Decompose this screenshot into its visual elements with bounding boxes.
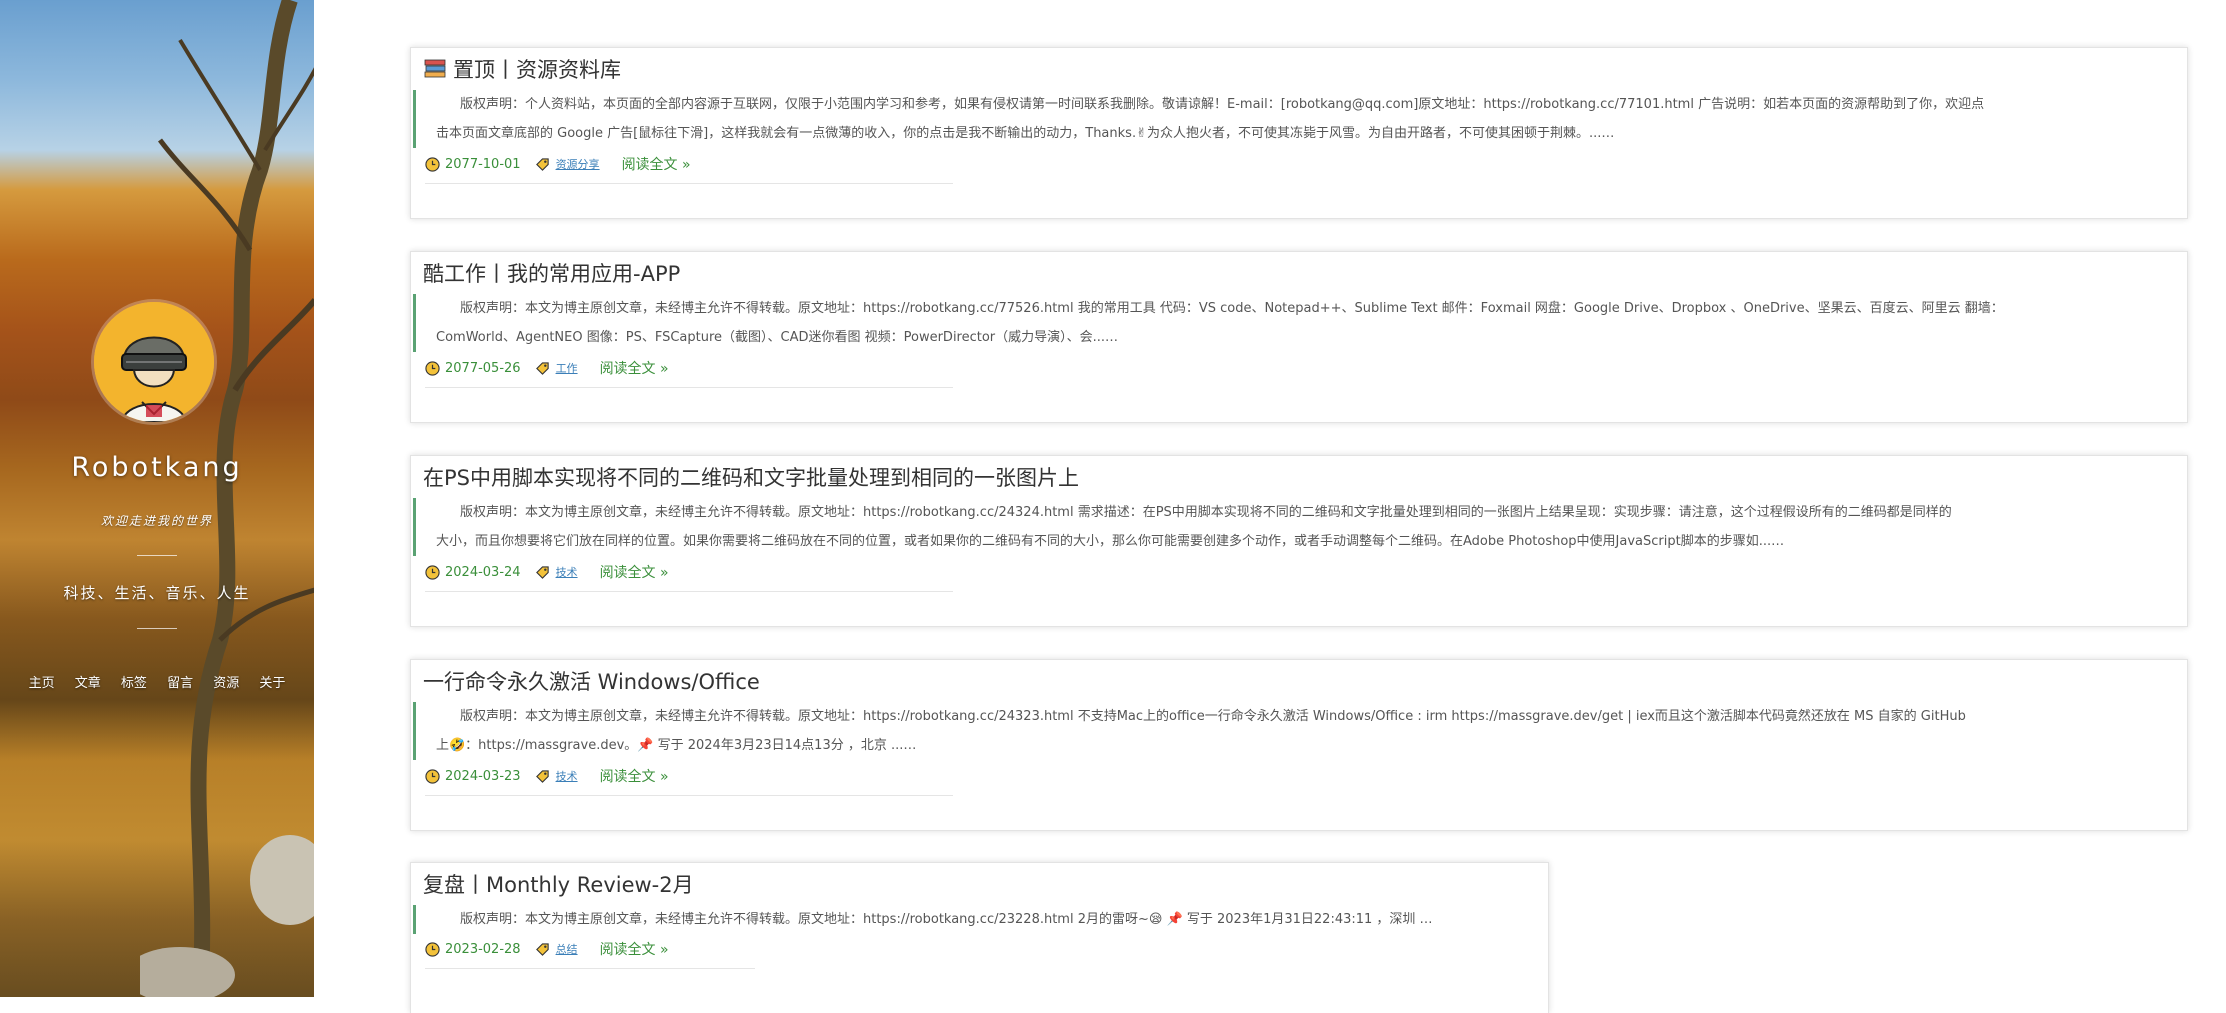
excerpt-line: 版权声明：本文为博主原创文章，未经博主允许不得转载。原文地址：https://r… [460, 505, 1952, 520]
post-card: 在PS中用脚本实现将不同的二维码和文字批量处理到相同的一张图片上 版权声明：本文… [410, 455, 2188, 627]
excerpt-line: 版权声明：本文为博主原创文章，未经博主允许不得转载。原文地址：https://r… [460, 912, 1433, 927]
nav-about[interactable]: 关于 [259, 676, 285, 691]
clock-icon [425, 768, 440, 784]
tag-icon [535, 769, 549, 783]
main-nav: 主页 文章 标签 留言 资源 关于 [0, 672, 314, 691]
post-title[interactable]: 酷工作丨我的常用应用-APP [423, 258, 680, 288]
avatar-character-icon [94, 302, 214, 422]
meta-divider [425, 795, 953, 796]
site-title[interactable]: Robotkang [0, 452, 314, 483]
tree-background-image [140, 0, 314, 997]
post-tag[interactable]: 技术 [556, 564, 578, 580]
divider [137, 555, 177, 556]
excerpt-line: 版权声明：本文为博主原创文章，未经博主允许不得转载。原文地址：https://r… [460, 301, 2004, 316]
post-card: 置顶丨资源资料库 版权声明：个人资料站，本页面的全部内容源于互联网，仅限于小范围… [410, 47, 2188, 219]
site-subtitle: 欢迎走进我的世界 [100, 514, 213, 528]
meta-divider [425, 968, 755, 969]
post-tag[interactable]: 工作 [556, 360, 578, 376]
post-meta: 2024-03-23 技术 阅读全文 » [425, 766, 669, 786]
sidebar: Robotkang 欢迎走进我的世界 科技、生活、音乐、人生 主页 文章 标签 … [0, 0, 314, 997]
meta-divider [425, 183, 953, 184]
nav-tags[interactable]: 标签 [121, 676, 147, 691]
excerpt-line: 上🤣：https://massgrave.dev。📌 写于 2024年3月23日… [436, 738, 917, 753]
post-date: 2024-03-23 [445, 768, 521, 784]
tag-icon [535, 942, 549, 956]
clock-icon [425, 941, 440, 957]
nav-home[interactable]: 主页 [29, 676, 55, 691]
post-title[interactable]: 一行命令永久激活 Windows/Office [423, 666, 760, 696]
excerpt-line: 击本页面文章底部的 Google 广告[鼠标往下滑]，这样我就会有一点微薄的收入… [436, 126, 1615, 141]
post-card: 酷工作丨我的常用应用-APP 版权声明：本文为博主原创文章，未经博主允许不得转载… [410, 251, 2188, 423]
read-more-link[interactable]: 阅读全文 » [622, 154, 691, 174]
post-date: 2024-03-24 [445, 564, 521, 580]
post-title[interactable]: 复盘丨Monthly Review-2月 [423, 869, 694, 899]
post-excerpt: 版权声明：本文为博主原创文章，未经博主允许不得转载。原文地址：https://r… [413, 702, 2176, 760]
read-more-link[interactable]: 阅读全文 » [600, 939, 669, 959]
post-meta: 2023-02-28 总结 阅读全文 » [425, 939, 669, 959]
post-date: 2077-05-26 [445, 360, 521, 376]
excerpt-line: 大小，而且你想要将它们放在同样的位置。如果你需要将二维码放在不同的位置，或者如果… [436, 534, 1785, 549]
post-title[interactable]: 在PS中用脚本实现将不同的二维码和文字批量处理到相同的一张图片上 [423, 462, 1079, 492]
post-tag[interactable]: 资源分享 [556, 156, 600, 172]
site-tagline: 科技、生活、音乐、人生 [63, 584, 251, 602]
post-card: 复盘丨Monthly Review-2月 版权声明：本文为博主原创文章，未经博主… [410, 862, 1549, 1013]
post-excerpt: 版权声明：本文为博主原创文章，未经博主允许不得转载。原文地址：https://r… [413, 498, 2176, 556]
divider [137, 628, 177, 629]
nav-guestbook[interactable]: 留言 [167, 676, 193, 691]
post-title-text[interactable]: 在PS中用脚本实现将不同的二维码和文字批量处理到相同的一张图片上 [423, 462, 1079, 492]
nav-resources[interactable]: 资源 [213, 676, 239, 691]
post-title-text[interactable]: 酷工作丨我的常用应用-APP [423, 258, 680, 288]
clock-icon [425, 156, 440, 172]
clock-icon [425, 564, 440, 580]
post-title[interactable]: 置顶丨资源资料库 [423, 54, 621, 84]
post-meta: 2077-05-26 工作 阅读全文 » [425, 358, 669, 378]
post-title-text[interactable]: 一行命令永久激活 Windows/Office [423, 666, 760, 696]
excerpt-line: ComWorld、AgentNEO 图像：PS、FSCapture（截图）、CA… [436, 330, 1119, 345]
tag-icon [535, 157, 549, 171]
post-meta: 2077-10-01 资源分享 阅读全文 » [425, 154, 691, 174]
meta-divider [425, 591, 953, 592]
read-more-link[interactable]: 阅读全文 » [600, 562, 669, 582]
tag-icon [535, 565, 549, 579]
nav-articles[interactable]: 文章 [75, 676, 101, 691]
post-excerpt: 版权声明：本文为博主原创文章，未经博主允许不得转载。原文地址：https://r… [413, 905, 1540, 934]
post-date: 2077-10-01 [445, 156, 521, 172]
post-meta: 2024-03-24 技术 阅读全文 » [425, 562, 669, 582]
books-icon [424, 59, 446, 78]
post-date: 2023-02-28 [445, 941, 521, 957]
post-excerpt: 版权声明：个人资料站，本页面的全部内容源于互联网，仅限于小范围内学习和参考，如果… [413, 90, 2176, 148]
read-more-link[interactable]: 阅读全文 » [600, 358, 669, 378]
clock-icon [425, 360, 440, 376]
post-tag[interactable]: 技术 [556, 768, 578, 784]
post-tag[interactable]: 总结 [556, 941, 578, 957]
excerpt-line: 版权声明：个人资料站，本页面的全部内容源于互联网，仅限于小范围内学习和参考，如果… [460, 97, 1985, 112]
avatar[interactable] [94, 302, 214, 422]
post-card: 一行命令永久激活 Windows/Office 版权声明：本文为博主原创文章，未… [410, 659, 2188, 831]
excerpt-line: 版权声明：本文为博主原创文章，未经博主允许不得转载。原文地址：https://r… [460, 709, 1966, 724]
read-more-link[interactable]: 阅读全文 » [600, 766, 669, 786]
post-excerpt: 版权声明：本文为博主原创文章，未经博主允许不得转载。原文地址：https://r… [413, 294, 2176, 352]
meta-divider [425, 387, 953, 388]
post-title-text[interactable]: 置顶丨资源资料库 [453, 54, 621, 84]
tag-icon [535, 361, 549, 375]
post-title-text[interactable]: 复盘丨Monthly Review-2月 [423, 869, 694, 899]
